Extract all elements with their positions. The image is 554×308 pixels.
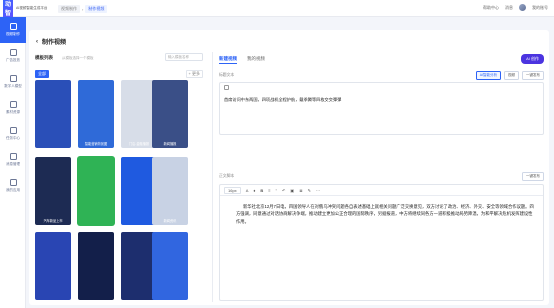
video-icon — [9, 23, 17, 30]
template-card[interactable]: 智能营销背景图 — [78, 80, 114, 148]
sidebar-item-tasks[interactable]: 任务中心 — [0, 121, 26, 147]
tab-my-video[interactable]: 我的视频 — [247, 56, 265, 64]
template-card[interactable] — [35, 232, 71, 300]
main-panel: ‹ 制作视频 模板列表 从模板选择一个模板 输入模板名称 全部 + 更多 智能营… — [29, 30, 549, 305]
tab-new-video[interactable]: 新建视频 — [219, 56, 237, 64]
editor-panel: 新建视频 我的视频 AI 创作 标题文本 AI智能分析 视频 一键发布 首席访问… — [219, 52, 544, 302]
template-panel: 模板列表 从模板选择一个模板 输入模板名称 全部 + 更多 智能营销背景图 门店-… — [35, 52, 205, 302]
breadcrumb: 视频制作 › 制作视频 — [58, 5, 108, 13]
sidebar-item-label: 数字人模型 — [4, 84, 22, 88]
ad-icon — [9, 49, 17, 56]
sidebar-item-label: 视频制作 — [6, 32, 20, 36]
body-label: 正文脚本 — [219, 174, 235, 178]
auto-subtitle-toggle[interactable]: AI智能分析 — [475, 71, 501, 80]
top-right-actions: 帮助中心 消息 我的账号 — [483, 4, 548, 11]
more-templates-button[interactable]: + 更多 — [185, 70, 203, 78]
headline-editor[interactable]: 首席访问中东两国，四项战机全程护航，戴季腾等四枚交交彈彈 — [219, 82, 544, 135]
sidebar-item-avatar[interactable]: 数字人模型 — [0, 69, 26, 95]
image-icon[interactable] — [224, 85, 229, 90]
sidebar-item-label: 消息管理 — [6, 162, 20, 166]
message-link[interactable]: 消息 — [505, 5, 513, 11]
breadcrumb-parent[interactable]: 视频制作 — [58, 5, 80, 13]
one-click-select[interactable]: 一键发布 — [522, 71, 544, 80]
back-icon[interactable]: ‹ — [36, 39, 38, 45]
sidebar-item-apps[interactable]: 我的应用 — [0, 173, 26, 199]
template-list-title: 模板列表 — [35, 55, 53, 60]
template-card-caption: 新闻资讯 — [163, 219, 177, 223]
sidebar-item-label: 我的应用 — [6, 188, 20, 192]
avatar-icon — [9, 75, 17, 82]
column-divider — [212, 52, 213, 302]
template-card-caption: 智能营销背景图 — [84, 142, 108, 146]
page-title: 制作视频 — [42, 40, 67, 46]
logo-subtitle: AI视频智能生成平台 — [16, 5, 48, 10]
template-card[interactable] — [78, 232, 114, 300]
body-text[interactable]: 新华社北京12月7日电，四国领导人在对俄乌冲突问题各自表述基础上就相关问题广泛交… — [236, 203, 536, 225]
top-bar: 灵动智言 AI视频智能生成平台 视频制作 › 制作视频 帮助中心 消息 我的账号 — [0, 0, 554, 27]
app-logo[interactable]: 灵动智言 AI视频智能生成平台 — [0, 0, 47, 27]
filter-all-button[interactable]: 全部 — [35, 70, 49, 78]
body-one-click-select[interactable]: 一键发布 — [522, 172, 544, 181]
template-card[interactable]: 新闻资讯 — [152, 157, 188, 225]
template-card[interactable] — [152, 232, 188, 300]
breadcrumb-current[interactable]: 制作视频 — [85, 5, 108, 13]
editor-toolbar: 16px A ♦ B ≡ " ↶ ▣ ≣ ✎ ⋯ — [220, 185, 543, 196]
list-icon[interactable]: ≡ — [268, 188, 270, 193]
sidebar-item-label: 任务中心 — [6, 136, 20, 140]
font-color-icon[interactable]: A — [246, 188, 249, 193]
template-search-input[interactable]: 输入模板名称 — [165, 53, 203, 61]
text-style-icon[interactable]: ♦ — [253, 188, 255, 193]
template-list-hint: 从模板选择一个模板 — [62, 55, 94, 60]
page-header: ‹ 制作视频 — [36, 37, 67, 47]
template-card[interactable]: 新闻播报 — [152, 80, 188, 148]
body-editor: 16px A ♦ B ≡ " ↶ ▣ ≣ ✎ ⋯ 新华社北京12月7日电，四国领… — [219, 184, 544, 301]
font-size-select[interactable]: 16px — [224, 186, 241, 194]
template-card-caption: 新闻播报 — [163, 142, 177, 146]
sidebar-item-ad[interactable]: 广告投放 — [0, 43, 26, 69]
help-link[interactable]: 帮助中心 — [483, 5, 499, 11]
sidebar-item-label: 广告投放 — [6, 58, 20, 62]
sidebar: 视频制作 广告投放 数字人模型 素材资源 任务中心 消息管理 我的应用 — [0, 17, 26, 308]
image-icon[interactable]: ▣ — [290, 188, 294, 193]
sidebar-item-video[interactable]: 视频制作 — [0, 17, 26, 43]
ai-create-button[interactable]: AI 创作 — [521, 54, 544, 64]
body-controls: 一键发布 — [522, 172, 544, 181]
apps-icon — [9, 179, 17, 186]
template-card-caption: 汽车新品上市 — [43, 219, 63, 223]
align-icon[interactable]: ≣ — [299, 188, 302, 193]
headline-text[interactable]: 首席访问中东两国，四项战机全程护航，戴季腾等四枚交交彈彈 — [224, 97, 341, 103]
undo-icon[interactable]: ↶ — [282, 188, 285, 193]
more-icon[interactable]: ⋯ — [316, 188, 320, 193]
avatar[interactable] — [519, 4, 526, 11]
quote-icon[interactable]: " — [276, 188, 277, 193]
headline-label: 标题文本 — [219, 73, 235, 77]
chat-icon — [9, 153, 17, 160]
sidebar-item-assets[interactable]: 素材资源 — [0, 95, 26, 121]
template-card[interactable] — [35, 80, 71, 148]
template-card[interactable]: 汽车新品上市 — [35, 157, 71, 225]
editor-tabs: 新建视频 我的视频 — [219, 56, 265, 64]
highlight-icon[interactable]: ✎ — [308, 188, 311, 193]
task-icon — [9, 127, 17, 134]
folder-icon — [9, 101, 17, 108]
bold-icon[interactable]: B — [260, 188, 263, 193]
sidebar-item-messages[interactable]: 消息管理 — [0, 147, 26, 173]
breadcrumb-separator-icon: › — [82, 6, 84, 12]
sidebar-item-label: 素材资源 — [6, 110, 20, 114]
voice-select[interactable]: 视频 — [504, 71, 519, 80]
headline-controls: AI智能分析 视频 一键发布 — [475, 71, 544, 80]
user-name[interactable]: 我的账号 — [532, 5, 548, 11]
template-card[interactable] — [78, 157, 114, 225]
